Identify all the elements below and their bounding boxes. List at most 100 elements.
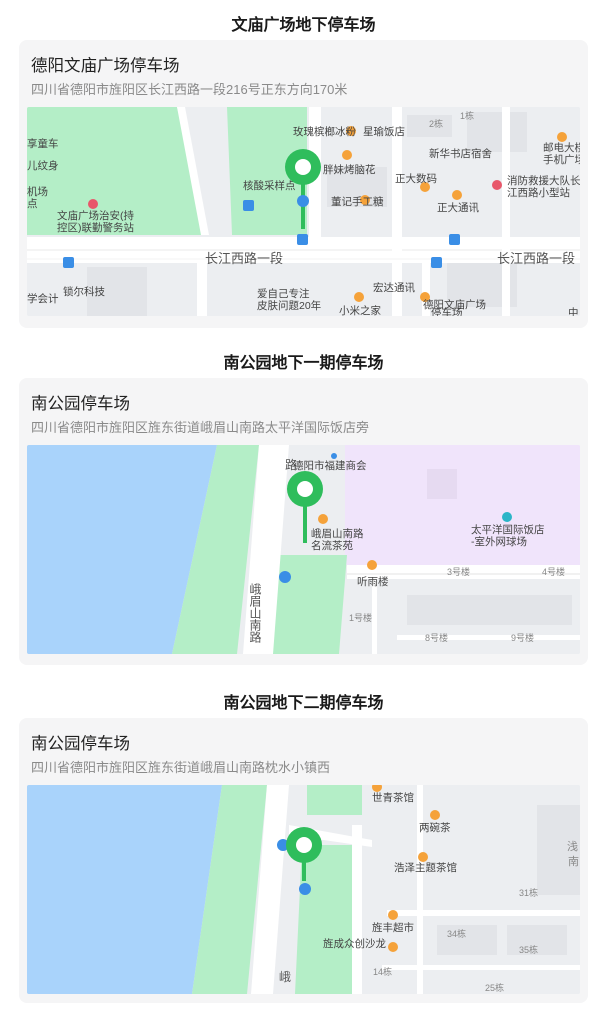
road-name: 峨 bbox=[279, 970, 291, 984]
map-view[interactable]: 路 德阳市福建商会 峨眉山南路 名流茶苑 太平洋国际饭店 -室外网球场 听雨楼 … bbox=[27, 445, 580, 654]
bus-stop-icon bbox=[431, 257, 442, 268]
map-label: 旌丰超市 bbox=[372, 921, 414, 934]
map-label: 控区)联勤警务站 bbox=[57, 221, 134, 234]
map-canvas: 路 德阳市福建商会 峨眉山南路 名流茶苑 太平洋国际饭店 -室外网球场 听雨楼 … bbox=[27, 445, 580, 654]
fire-station-icon bbox=[492, 180, 502, 190]
parking-address: 四川省德阳市旌阳区长江西路一段216号正东方向170米 bbox=[31, 82, 348, 97]
map-label: 旌成众创沙龙 bbox=[323, 937, 386, 950]
parking-icon bbox=[299, 883, 311, 895]
map-label: 点 bbox=[27, 198, 38, 210]
map-label: 邮电大楼 bbox=[543, 141, 580, 154]
poi-icon bbox=[430, 810, 440, 820]
poi-icon bbox=[354, 292, 364, 302]
map-label: 1号楼 bbox=[349, 612, 372, 623]
map-label: 9号楼 bbox=[511, 632, 534, 643]
map-label: 锁尔科技 bbox=[63, 285, 105, 298]
parking-card-1[interactable]: 德阳文庙广场停车场 四川省德阳市旌阳区长江西路一段216号正东方向170米 长江… bbox=[19, 40, 588, 328]
map-label: 董记手工糖 bbox=[331, 195, 384, 208]
map-label: 听雨楼 bbox=[357, 575, 389, 588]
bus-stop-icon bbox=[297, 234, 308, 245]
parking-name: 德阳文庙广场停车场 bbox=[31, 57, 180, 75]
tennis-icon bbox=[502, 512, 512, 522]
map-label: 手机广场 bbox=[543, 153, 580, 166]
map-label: 浩泽主题茶馆 bbox=[394, 861, 457, 874]
bus-stop-icon bbox=[243, 200, 254, 211]
map-label: 学会计 bbox=[27, 292, 59, 305]
map-label: 2栋 bbox=[429, 118, 443, 129]
parking-section-3: 南公园地下二期停车场 bbox=[0, 692, 607, 716]
road-name: 长江西路一段 bbox=[497, 251, 575, 266]
poi-icon bbox=[331, 453, 337, 459]
map-label: 星瑜饭店 bbox=[363, 125, 405, 138]
poi-icon bbox=[367, 560, 377, 570]
road-name: 长江西路一段 bbox=[205, 251, 283, 266]
parking-card-2[interactable]: 南公园停车场 四川省德阳市旌阳区旌东街道峨眉山南路太平洋国际饭店旁 路 德阳市福… bbox=[19, 378, 588, 665]
poi-icon bbox=[418, 852, 428, 862]
poi-icon bbox=[388, 942, 398, 952]
parking-address: 四川省德阳市旌阳区旌东街道峨眉山南路太平洋国际饭店旁 bbox=[31, 420, 370, 435]
parking-section-2: 南公园地下一期停车场 bbox=[0, 352, 607, 376]
map-label: 玫瑰槟榔冰粉 bbox=[293, 125, 356, 138]
poi-icon bbox=[557, 132, 567, 142]
map-label: 35栋 bbox=[519, 944, 538, 955]
map-label: 中 bbox=[568, 306, 579, 316]
map-label: 34栋 bbox=[447, 928, 466, 939]
map-label: -室外网球场 bbox=[471, 535, 527, 548]
map-label: 太平洋国际饭店 bbox=[471, 523, 545, 536]
poi-icon bbox=[452, 190, 462, 200]
parking-section-1: 文庙广场地下停车场 bbox=[0, 14, 607, 38]
hotel-area bbox=[345, 445, 580, 565]
map-label: 1栋 bbox=[460, 110, 474, 121]
section-title: 南公园地下一期停车场 bbox=[223, 355, 384, 372]
map-label: 江西路小型站 bbox=[507, 186, 570, 199]
parking-address: 四川省德阳市旌阳区旌东街道峨眉山南路枕水小镇西 bbox=[31, 760, 331, 775]
map-label: 25栋 bbox=[485, 982, 504, 993]
map-label: 小米之家 bbox=[339, 304, 381, 316]
map-label: 新华书店宿舍 bbox=[429, 147, 492, 160]
park-area bbox=[269, 555, 347, 654]
map-label: 正大数码 bbox=[395, 172, 437, 185]
map-canvas: 世青茶馆 两碗茶 浅 南 浩泽主题茶馆 31栋 旌丰超市 34栋 旌成众创沙龙 … bbox=[27, 785, 580, 994]
police-icon bbox=[88, 199, 98, 209]
road-name: 峨眉山南路 bbox=[248, 583, 262, 644]
map-label: 4号楼 bbox=[542, 566, 565, 577]
poi-icon bbox=[342, 150, 352, 160]
map-label: 世青茶馆 bbox=[372, 791, 414, 804]
map-label: 宏达通讯 bbox=[373, 281, 415, 294]
bus-stop-icon bbox=[449, 234, 460, 245]
map-label: 机场 bbox=[27, 185, 48, 198]
map-label: 峨眉山南路 bbox=[311, 527, 364, 540]
map-label: 8号楼 bbox=[425, 632, 448, 643]
map-view[interactable]: 长江西路一段 长江西路一段 享童车 儿纹身 机场 点 文庙广场治安(持 控区)联… bbox=[27, 107, 580, 316]
water-area bbox=[27, 785, 222, 994]
map-label: 爱自己专注 bbox=[257, 287, 310, 300]
parking-card-3[interactable]: 南公园停车场 四川省德阳市旌阳区旌东街道峨眉山南路枕水小镇西 世青茶馆 两碗茶 … bbox=[19, 718, 588, 1003]
map-label: 3号楼 bbox=[447, 566, 470, 577]
map-label: 两碗茶 bbox=[419, 821, 451, 834]
map-label: 享童车 bbox=[27, 137, 59, 150]
parking-name: 南公园停车场 bbox=[31, 395, 130, 413]
map-label: 儿纹身 bbox=[27, 159, 59, 172]
section-title: 南公园地下二期停车场 bbox=[223, 695, 384, 712]
map-label: 14栋 bbox=[373, 966, 392, 977]
parking-name: 南公园停车场 bbox=[31, 735, 130, 753]
map-view[interactable]: 世青茶馆 两碗茶 浅 南 浩泽主题茶馆 31栋 旌丰超市 34栋 旌成众创沙龙 … bbox=[27, 785, 580, 994]
map-label: 德阳市福建商会 bbox=[293, 459, 367, 472]
bus-stop-icon bbox=[63, 257, 74, 268]
section-title: 文庙广场地下停车场 bbox=[231, 17, 376, 34]
map-canvas: 长江西路一段 长江西路一段 享童车 儿纹身 机场 点 文庙广场治安(持 控区)联… bbox=[27, 107, 580, 316]
map-label: 胖妹烤脑花 bbox=[323, 163, 376, 176]
poi-icon bbox=[318, 514, 328, 524]
map-label: 消防救援大队长 bbox=[507, 174, 580, 187]
map-label: 皮肤问题20年 bbox=[257, 299, 321, 312]
map-label: 浅 bbox=[567, 840, 578, 853]
map-label: 停车场 bbox=[431, 306, 463, 316]
map-label: 文庙广场治安(持 bbox=[57, 209, 134, 222]
poi-icon bbox=[388, 910, 398, 920]
map-label: 名流茶苑 bbox=[311, 539, 353, 552]
map-label: 31栋 bbox=[519, 887, 538, 898]
map-label: 正大通讯 bbox=[437, 201, 479, 214]
map-label: 核酸采样点 bbox=[243, 179, 296, 192]
parking-icon bbox=[279, 571, 291, 583]
map-label: 南 bbox=[568, 855, 579, 868]
